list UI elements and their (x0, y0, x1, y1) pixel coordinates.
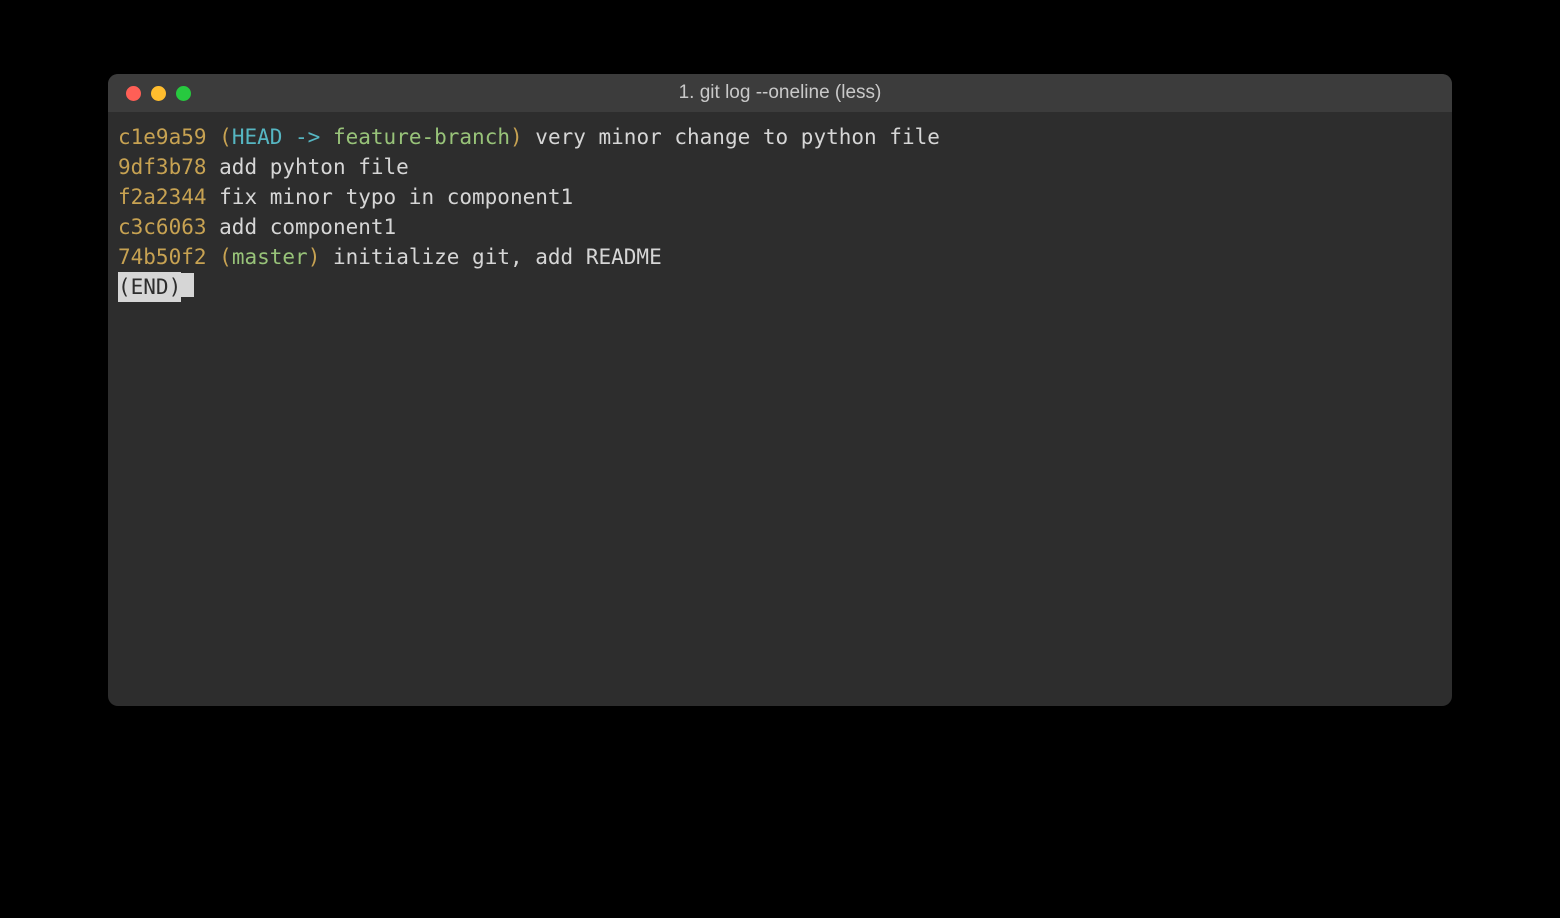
pager-end-marker: (END) (118, 272, 181, 302)
traffic-lights (108, 86, 191, 101)
ref-paren-close: ) (308, 245, 321, 269)
maximize-icon[interactable] (176, 86, 191, 101)
terminal-content[interactable]: c1e9a59 (HEAD -> feature-branch) very mi… (108, 112, 1452, 706)
commit-hash: c3c6063 (118, 215, 207, 239)
commit-hash: 9df3b78 (118, 155, 207, 179)
commit-row: c1e9a59 (HEAD -> feature-branch) very mi… (118, 122, 1442, 152)
commit-message: initialize git, add README (320, 245, 661, 269)
branch-ref: master (232, 245, 308, 269)
titlebar: 1. git log --oneline (less) (108, 74, 1452, 112)
minimize-icon[interactable] (151, 86, 166, 101)
commit-hash: c1e9a59 (118, 125, 207, 149)
ref-paren-open: ( (219, 245, 232, 269)
ref-paren-close: ) (510, 125, 523, 149)
commit-message: fix minor typo in component1 (207, 185, 574, 209)
commit-hash: f2a2344 (118, 185, 207, 209)
commit-row: 9df3b78 add pyhton file (118, 152, 1442, 182)
commit-message: add pyhton file (207, 155, 409, 179)
commit-row: c3c6063 add component1 (118, 212, 1442, 242)
branch-ref: feature-branch (333, 125, 510, 149)
window-title: 1. git log --oneline (less) (108, 82, 1452, 104)
terminal-window: 1. git log --oneline (less) c1e9a59 (HEA… (108, 74, 1452, 706)
head-ref: HEAD -> (232, 125, 333, 149)
commit-row: f2a2344 fix minor typo in component1 (118, 182, 1442, 212)
commit-hash: 74b50f2 (118, 245, 207, 269)
commit-row: 74b50f2 (master) initialize git, add REA… (118, 242, 1442, 272)
commit-message: add component1 (207, 215, 397, 239)
ref-paren-open: ( (219, 125, 232, 149)
commit-message: very minor change to python file (523, 125, 940, 149)
cursor-icon (181, 273, 194, 297)
close-icon[interactable] (126, 86, 141, 101)
